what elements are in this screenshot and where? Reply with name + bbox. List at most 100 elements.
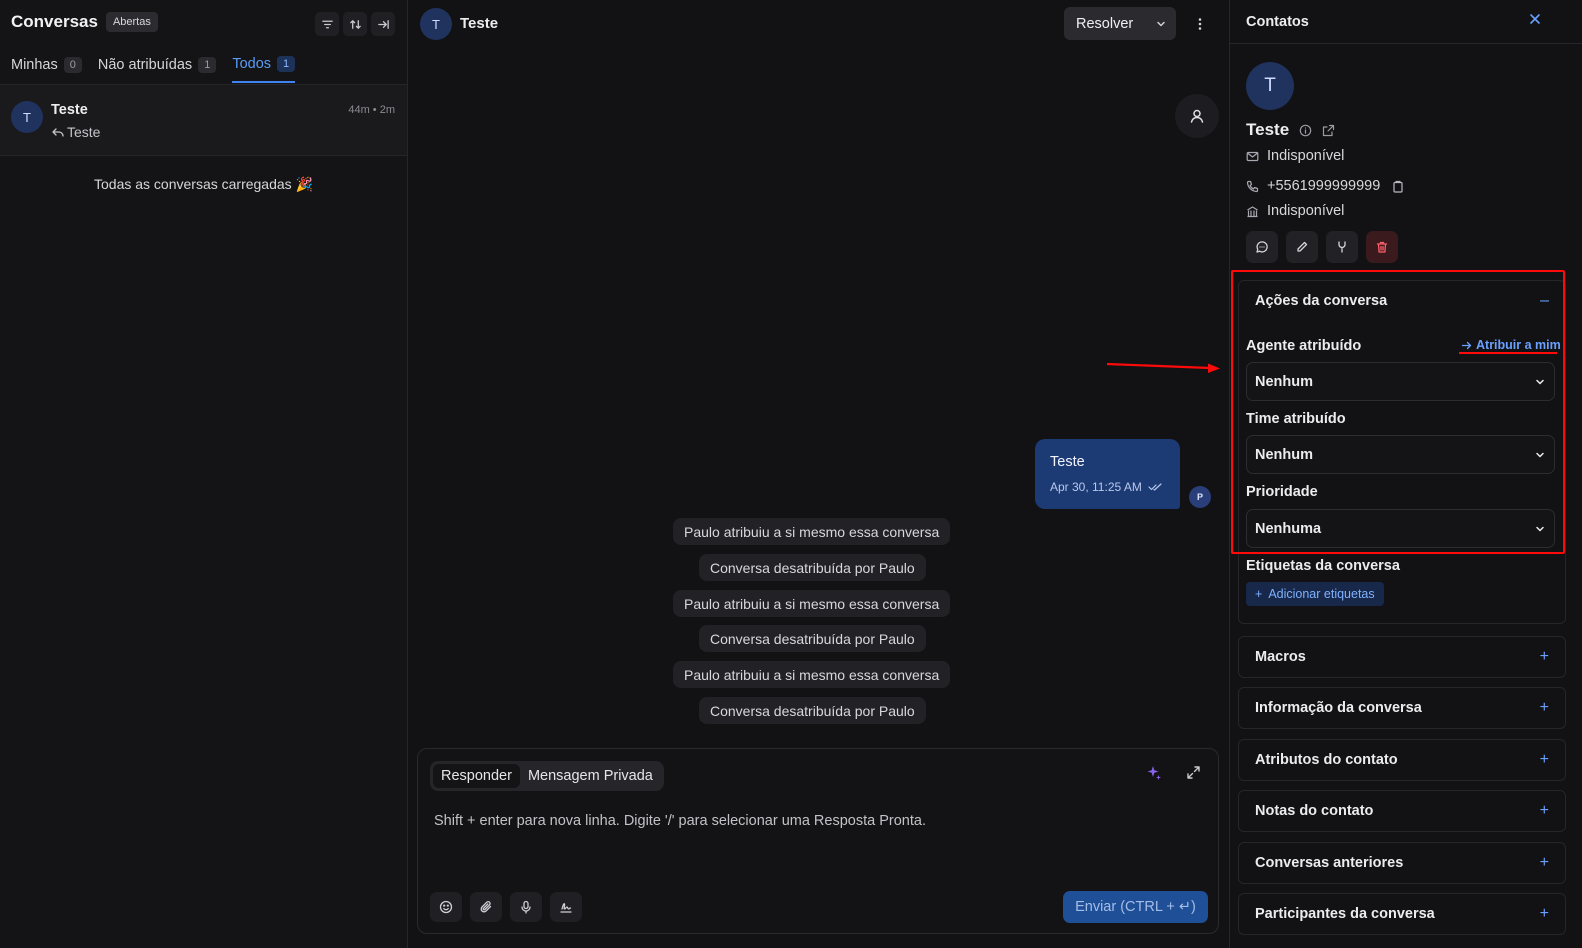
conversation-tags-label: Etiquetas da conversa: [1246, 558, 1400, 574]
conversation-info-section[interactable]: Informação da conversa +: [1238, 687, 1566, 729]
tab-unassigned[interactable]: Não atribuídas 1: [97, 56, 217, 83]
tab-mine[interactable]: Minhas 0: [11, 56, 82, 83]
panel-title: Contatos: [1246, 14, 1309, 30]
tab-label: Não atribuídas: [97, 57, 193, 73]
activity-message: Conversa desatribuída por Paulo: [699, 697, 926, 724]
collapse-list-button[interactable]: [371, 12, 395, 36]
mail-icon: [1246, 151, 1259, 161]
reply-icon: [52, 128, 64, 137]
activity-message: Paulo atribuiu a si mesmo essa conversa: [673, 518, 951, 545]
conversation-participants-section[interactable]: Participantes da conversa +: [1238, 893, 1566, 935]
tab-all[interactable]: Todos 1: [232, 56, 296, 83]
expand-icon: +: [1539, 854, 1549, 871]
macros-section[interactable]: Macros +: [1238, 636, 1566, 678]
sort-button[interactable]: [343, 12, 367, 36]
external-link-icon: [1323, 124, 1335, 136]
audio-record-button[interactable]: [510, 892, 542, 922]
phone-icon: [1246, 180, 1259, 192]
more-options-button[interactable]: [1188, 12, 1212, 36]
merge-icon: [1338, 241, 1346, 253]
add-tags-label: Adicionar etiquetas: [1268, 587, 1375, 601]
filter-icon: [321, 20, 333, 28]
emoji-button[interactable]: [430, 892, 462, 922]
toggle-contact-panel-button[interactable]: [1175, 94, 1219, 138]
expand-composer-button[interactable]: [1186, 765, 1201, 780]
add-tags-button[interactable]: + Adicionar etiquetas: [1246, 582, 1384, 606]
tab-count: 1: [198, 57, 217, 73]
copy-phone-button[interactable]: [1392, 180, 1404, 193]
message-circle-icon: [1256, 241, 1268, 253]
attach-button[interactable]: [470, 892, 502, 922]
contact-name: Teste: [1246, 120, 1290, 139]
message-meta: Apr 30, 11:25 AM: [1050, 480, 1165, 494]
activity-message: Conversa desatribuída por Paulo: [699, 554, 926, 581]
resolve-button-group: Resolver: [1064, 7, 1176, 40]
info-button[interactable]: [1299, 124, 1312, 137]
divider: [1230, 43, 1582, 44]
contact-phone-row: +5561999999999: [1246, 178, 1404, 194]
conversation-list-item[interactable]: T Teste Teste 44m • 2m: [0, 84, 407, 156]
chevron-down-icon: [1157, 21, 1165, 26]
user-icon: [1190, 109, 1204, 123]
section-title: Conversas anteriores: [1255, 855, 1404, 871]
activity-message: Conversa desatribuída por Paulo: [699, 625, 926, 652]
contact-actions: [1246, 231, 1398, 263]
activity-message: Paulo atribuiu a si mesmo essa conversa: [673, 590, 951, 617]
sparkle-icon: [1147, 766, 1161, 780]
info-icon: [1299, 124, 1312, 136]
contact-email-row: Indisponível: [1246, 148, 1344, 164]
previous-conversations-section[interactable]: Conversas anteriores +: [1238, 842, 1566, 884]
paperclip-icon: [480, 901, 492, 913]
expand-icon: +: [1539, 802, 1549, 819]
conversation-contact-name: Teste: [51, 102, 88, 118]
delete-contact-button[interactable]: [1366, 231, 1398, 263]
message-bubble[interactable]: Teste Apr 30, 11:25 AM: [1035, 439, 1180, 509]
resolve-button[interactable]: Resolver: [1064, 16, 1146, 32]
contact-name-row: Teste: [1246, 120, 1335, 140]
highlight-arrow: [1106, 362, 1220, 373]
all-loaded-message: Todas as conversas carregadas 🎉: [94, 176, 313, 192]
sender-avatar: P: [1189, 486, 1211, 508]
send-button[interactable]: Enviar (CTRL + ↵): [1063, 891, 1208, 923]
tab-count: 1: [277, 56, 296, 72]
contact-company-row: Indisponível: [1246, 203, 1344, 219]
assignee-tabs: Minhas 0 Não atribuídas 1 Todos 1: [11, 56, 296, 83]
status-filter-badge[interactable]: Abertas: [105, 12, 158, 32]
resolve-options-button[interactable]: [1146, 7, 1176, 40]
contact-notes-section[interactable]: Notas do contato +: [1238, 790, 1566, 832]
section-title: Participantes da conversa: [1255, 906, 1435, 922]
message-input[interactable]: Shift + enter para nova linha. Digite '/…: [434, 813, 926, 829]
avatar: T: [420, 8, 452, 40]
open-contact-button[interactable]: [1322, 124, 1335, 137]
filter-button[interactable]: [315, 12, 339, 36]
section-title: Notas do contato: [1255, 803, 1374, 819]
plus-icon: +: [1255, 587, 1263, 601]
tab-label: Minhas: [11, 57, 58, 73]
tab-private-note[interactable]: Mensagem Privada: [520, 764, 661, 788]
double-check-icon: [1148, 483, 1162, 491]
list-header: Conversas Abertas: [11, 12, 158, 32]
sort-icon: [349, 19, 361, 29]
conversation-time: 44m • 2m: [348, 104, 395, 116]
chat-contact-name[interactable]: Teste: [460, 15, 498, 32]
expand-icon: +: [1539, 699, 1549, 716]
tab-label: Todos: [232, 56, 272, 72]
tab-reply[interactable]: Responder: [433, 764, 520, 788]
signature-button[interactable]: [550, 892, 582, 922]
expand-icon: [1187, 766, 1200, 779]
ai-assist-button[interactable]: [1146, 765, 1162, 781]
close-panel-button[interactable]: [1528, 12, 1542, 26]
clipboard-icon: [1393, 180, 1403, 193]
close-icon: [1530, 14, 1540, 24]
microphone-icon: [521, 900, 531, 914]
edit-contact-button[interactable]: [1286, 231, 1318, 263]
vertical-dots-icon: [1198, 18, 1202, 30]
new-message-button[interactable]: [1246, 231, 1278, 263]
highlight-box: [1231, 270, 1565, 554]
chat-panel: T Teste Resolver Teste Apr 30, 11:25 AM …: [408, 0, 1229, 948]
expand-icon: +: [1539, 905, 1549, 922]
expand-icon: +: [1539, 648, 1549, 665]
section-title: Macros: [1255, 649, 1306, 665]
contact-attributes-section[interactable]: Atributos do contato +: [1238, 739, 1566, 781]
merge-contact-button[interactable]: [1326, 231, 1358, 263]
